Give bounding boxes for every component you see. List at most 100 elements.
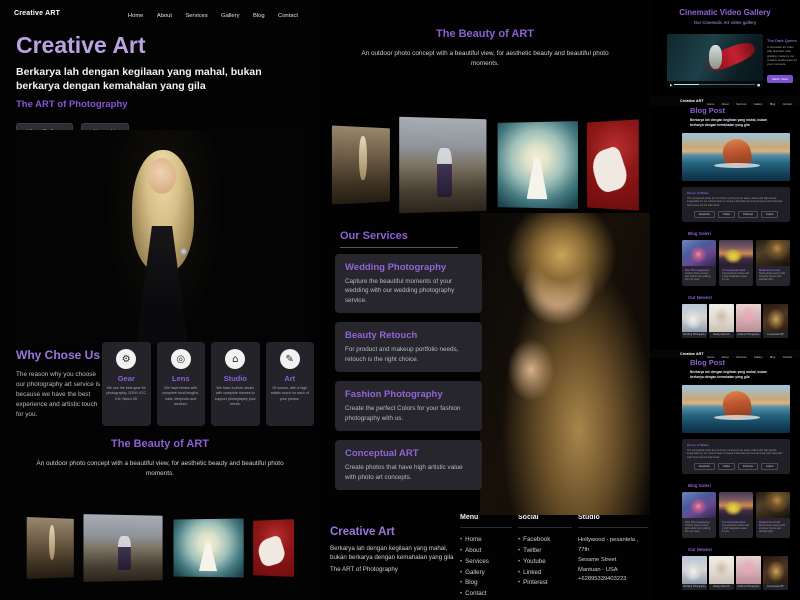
social-link-twitter[interactable]: •Twitter bbox=[518, 546, 572, 557]
nav-gallery[interactable]: Gallery bbox=[221, 13, 239, 19]
share-twitter-button[interactable]: Twitter bbox=[718, 211, 735, 218]
watch-video-button[interactable]: Watch Video bbox=[767, 75, 793, 83]
feature-card-lens[interactable]: ◎ Lens We have lenses with complete foca… bbox=[157, 342, 206, 426]
footer-brand: Creative Art Berkarya lah dengan kegilaa… bbox=[330, 526, 460, 574]
newest-photo-card[interactable]: Beauty Retouch bbox=[709, 304, 734, 338]
brand-logo[interactable]: Creative ART bbox=[680, 352, 704, 356]
nav-home[interactable]: Home bbox=[128, 13, 143, 19]
beauty-section: The Beauty of ART An outdoor photo conce… bbox=[320, 28, 650, 70]
gallery-photo-red-dress[interactable] bbox=[253, 519, 294, 577]
video-player[interactable]: ▶ ■ bbox=[667, 34, 763, 88]
hero-title: Creative Art bbox=[16, 32, 308, 59]
blog-post-card: Horse of Water The conceptual photo art … bbox=[682, 187, 790, 222]
gallery-photo-field[interactable] bbox=[26, 517, 73, 579]
brand-logo[interactable]: Creative ART bbox=[680, 99, 704, 103]
blog-gallery-card[interactable]: Balerinna GoalStudio photo session with … bbox=[756, 240, 790, 286]
blog-gallery-card[interactable]: Balerinna GoalStudio photo session with … bbox=[756, 492, 790, 538]
share-pinterest-button[interactable]: Pinterest bbox=[738, 211, 758, 218]
newest-photo-card[interactable]: Fashion Photography bbox=[736, 304, 761, 338]
camera-icon: ⚙ bbox=[116, 349, 136, 369]
newest-photo-card[interactable]: Conceptual ART bbox=[763, 556, 788, 590]
feature-card-art[interactable]: ✎ Art Of course, with a high artistic to… bbox=[266, 342, 315, 426]
blog-page-preview: Blog Post Berkarya lah dengan kegilaan y… bbox=[650, 358, 800, 590]
video-gallery-section: Cinematic Video Gallery Our Cinematic Ar… bbox=[650, 8, 800, 25]
nav-blog[interactable]: Blog bbox=[253, 13, 265, 19]
blog-gallery-card[interactable]: Our PhotographyOutdoor photo concept wit… bbox=[682, 240, 716, 286]
service-card-retouch[interactable]: Beauty Retouch For product and makeup po… bbox=[335, 322, 482, 372]
gallery-photo-field[interactable] bbox=[331, 126, 389, 205]
gallery-photo-red-dress[interactable] bbox=[587, 119, 639, 210]
feature-title: Art bbox=[269, 374, 312, 383]
blog-gallery-card[interactable]: Conceptual IdeaConceptual art photos wit… bbox=[719, 240, 753, 286]
address-line-1: Hollywood - pesantela , 77th bbox=[578, 536, 648, 556]
service-text: For product and makeup portfolio needs, … bbox=[345, 345, 472, 364]
services-page-column: The Beauty of ART An outdoor photo conce… bbox=[320, 0, 650, 600]
fullscreen-icon[interactable]: ■ bbox=[757, 83, 760, 87]
nav-contact[interactable]: Contact bbox=[278, 13, 298, 19]
why-text: The reason why you choose our photograph… bbox=[16, 370, 102, 420]
footer-link-gallery[interactable]: •Gallery bbox=[460, 568, 512, 579]
service-title: Fashion Photography bbox=[345, 389, 472, 400]
hero-model-photo bbox=[14, 130, 308, 344]
social-link-pinterest[interactable]: •Pinterest bbox=[518, 578, 572, 589]
newest-photo-card[interactable]: Fashion Photography bbox=[736, 556, 761, 590]
blog-gallery-card[interactable]: Our PhotographyOutdoor photo concept wit… bbox=[682, 492, 716, 538]
bullet-icon: • bbox=[460, 579, 462, 586]
gallery-photo-landscape[interactable] bbox=[83, 514, 162, 582]
share-linked-button[interactable]: Linked bbox=[761, 463, 778, 470]
blog-gallery-card[interactable]: Conceptual IdeaConceptual art photos wit… bbox=[719, 492, 753, 538]
service-card-wedding[interactable]: Wedding Photography Capture the beautifu… bbox=[335, 254, 482, 313]
lens-icon: ◎ bbox=[171, 349, 191, 369]
golden-model-photo bbox=[480, 213, 650, 515]
feature-title: Gear bbox=[105, 374, 148, 383]
social-link-facebook[interactable]: •Facebook bbox=[518, 535, 572, 546]
beauty-text: An outdoor photo concept with a beautifu… bbox=[35, 459, 285, 480]
share-twitter-button[interactable]: Twitter bbox=[718, 463, 735, 470]
newest-photo-card[interactable]: Conceptual ART bbox=[763, 304, 788, 338]
gallery-photo-landscape[interactable] bbox=[399, 117, 486, 214]
footer-studio-title: Studio bbox=[578, 514, 648, 528]
service-card-fashion[interactable]: Fashion Photography Create the perfect C… bbox=[335, 381, 482, 431]
nav-about[interactable]: About bbox=[157, 13, 172, 19]
blog-gallery-title: Blog Galeri bbox=[688, 483, 800, 488]
newest-photo bbox=[763, 304, 788, 332]
feature-card-gear[interactable]: ⚙ Gear We use the best gear for photogra… bbox=[102, 342, 151, 426]
why-title: Why Chose Us bbox=[16, 348, 102, 362]
footer-link-services[interactable]: •Services bbox=[460, 557, 512, 568]
newest-photo-card[interactable]: Wedding Photography bbox=[682, 304, 707, 338]
brand-logo[interactable]: Creative ART bbox=[14, 10, 60, 17]
service-card-conceptual[interactable]: Conceptual ART Create photos that have h… bbox=[335, 440, 482, 490]
newest-photo-card[interactable]: Beauty Retouch bbox=[709, 556, 734, 590]
blog-hero-image[interactable] bbox=[682, 133, 790, 181]
share-facebook-button[interactable]: Facebook bbox=[694, 463, 715, 470]
service-title: Beauty Retouch bbox=[345, 330, 472, 341]
newest-photo bbox=[736, 556, 761, 584]
share-linked-button[interactable]: Linked bbox=[761, 211, 778, 218]
share-pinterest-button[interactable]: Pinterest bbox=[738, 463, 758, 470]
gallery-photo-bride[interactable] bbox=[173, 518, 243, 577]
social-link-linked[interactable]: •Linked bbox=[518, 568, 572, 579]
footer-link-home[interactable]: •Home bbox=[460, 535, 512, 546]
newest-photo-card[interactable]: Wedding Photography bbox=[682, 556, 707, 590]
newest-photo bbox=[709, 304, 734, 332]
nav-services[interactable]: Services bbox=[185, 13, 207, 19]
video-info-card: The Dark Queen A cinematic art video wit… bbox=[767, 38, 799, 85]
blog-card-text: The conceptual photo art of a horse runn… bbox=[687, 197, 785, 208]
video-progress-bar[interactable] bbox=[674, 84, 755, 85]
footer-link-blog[interactable]: •Blog bbox=[460, 578, 512, 589]
share-facebook-button[interactable]: Facebook bbox=[694, 211, 715, 218]
gallery-card-image bbox=[756, 240, 790, 266]
blog-hero-image[interactable] bbox=[682, 385, 790, 433]
video-controls[interactable]: ▶ ■ bbox=[667, 81, 763, 88]
footer-social-title: Social bbox=[518, 514, 572, 528]
mini-header: Creative ART Home About Services Gallery… bbox=[650, 349, 800, 358]
bullet-icon: • bbox=[518, 579, 520, 586]
social-link-youtube[interactable]: •Youtube bbox=[518, 557, 572, 568]
feature-title: Studio bbox=[214, 374, 257, 383]
gallery-photo-bride[interactable] bbox=[497, 121, 577, 209]
play-icon[interactable]: ▶ bbox=[670, 83, 672, 87]
gallery-card-image bbox=[719, 240, 753, 266]
footer-link-about[interactable]: •About bbox=[460, 546, 512, 557]
feature-card-studio[interactable]: ⌂ Studio We have a photo studio with com… bbox=[211, 342, 260, 426]
footer-link-contact[interactable]: •Contact bbox=[460, 589, 512, 600]
